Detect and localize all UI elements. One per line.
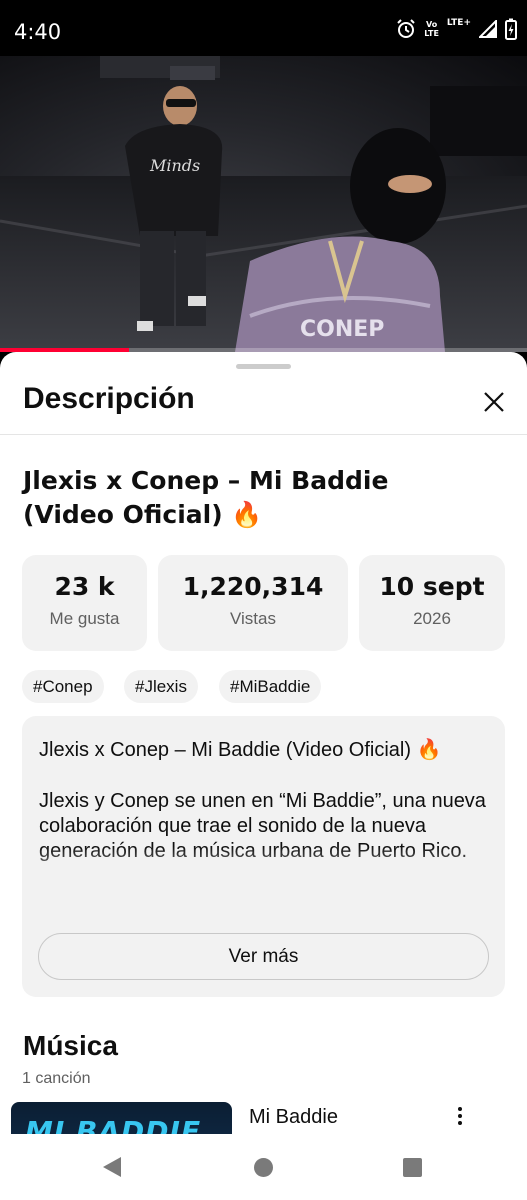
song-title[interactable]: Mi Baddie (249, 1106, 338, 1129)
hashtag-mibaddie[interactable]: #MiBaddie (219, 670, 322, 703)
stat-date: 10 sept 2026 (359, 555, 505, 651)
video-title: Jlexis x Conep – Mi Baddie (Video Oficia… (23, 466, 389, 529)
hashtag-jlexis[interactable]: #Jlexis (124, 670, 198, 703)
description-fade (22, 846, 505, 896)
song-thumbnail-text: MI BADDIE (25, 1115, 202, 1134)
back-icon[interactable] (102, 1156, 122, 1178)
hashtag-conep[interactable]: #Conep (22, 670, 104, 703)
status-bar: 4:40 Vo LTE LTE+ (0, 0, 527, 56)
likes-label: Me gusta (49, 609, 120, 628)
stat-likes: 23 k Me gusta (22, 555, 147, 651)
description-first-line: Jlexis x Conep – Mi Baddie (Video Oficia… (39, 739, 442, 761)
network-type: LTE+ (446, 18, 471, 28)
likes-value: 23 k (54, 572, 115, 601)
status-time: 4:40 (14, 20, 62, 44)
date-value: 10 sept (379, 572, 485, 601)
sheet-title: Descripción (23, 382, 195, 415)
battery-charging-icon (505, 18, 517, 40)
description-box: Jlexis x Conep – Mi Baddie (Video Oficia… (22, 716, 505, 997)
jacket-text-1: Minds (149, 156, 200, 175)
stat-views: 1,220,314 Vistas (158, 555, 348, 651)
home-icon[interactable] (254, 1158, 273, 1177)
video-player[interactable]: Minds CONEP (0, 56, 527, 352)
music-section-title: Música (23, 1030, 118, 1061)
views-value: 1,220,314 (182, 572, 324, 601)
song-more-options-icon[interactable] (450, 1104, 470, 1128)
alarm-icon (397, 19, 415, 38)
volte-icon: Vo LTE (424, 20, 439, 38)
status-icons: Vo LTE LTE+ (396, 18, 517, 40)
close-icon (484, 392, 504, 412)
date-year: 2026 (413, 609, 451, 628)
drag-handle[interactable] (236, 364, 291, 369)
recents-icon[interactable] (403, 1158, 422, 1177)
jacket-text-2: CONEP (300, 317, 384, 342)
close-button[interactable] (478, 386, 510, 418)
song-thumbnail[interactable]: MI BADDIE (11, 1102, 232, 1134)
signal-icon (479, 20, 497, 38)
volte-bottom: LTE (424, 29, 439, 38)
navigation-bar (0, 1134, 527, 1200)
views-label: Vistas (230, 609, 276, 628)
divider (0, 434, 527, 435)
show-more-button[interactable]: Ver más (38, 933, 489, 980)
description-sheet: Descripción Jlexis x Conep – Mi Baddie (… (0, 352, 527, 1134)
music-song-count: 1 canción (22, 1070, 91, 1087)
volte-top: Vo (425, 20, 438, 29)
video-frame: Minds CONEP (0, 56, 527, 352)
